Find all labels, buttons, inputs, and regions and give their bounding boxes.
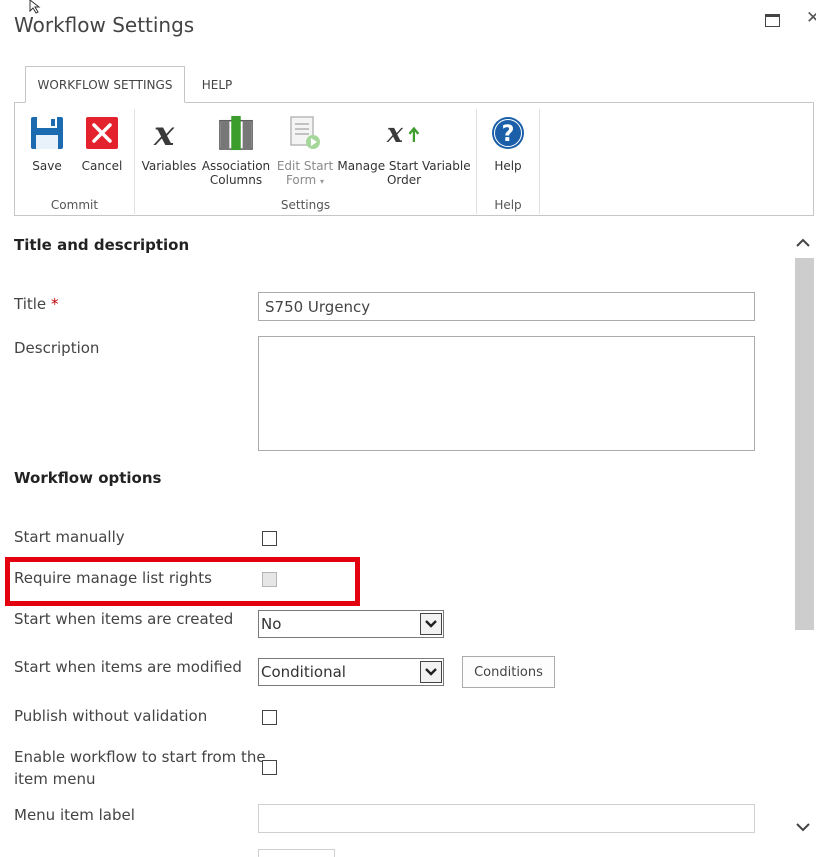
enable-item-menu-label-2: item menu	[14, 770, 96, 788]
edit-start-form-label-1: Edit Start	[276, 159, 334, 173]
save-button[interactable]: Save	[27, 103, 67, 173]
association-columns-label-1: Association	[201, 159, 271, 173]
save-icon	[29, 113, 65, 153]
next-field-input-partial[interactable]	[258, 849, 335, 857]
svg-text:?: ?	[502, 122, 515, 147]
menu-item-label-label: Menu item label	[14, 806, 135, 824]
cancel-icon	[84, 113, 120, 153]
manage-start-variable-order-label-2: Order	[386, 173, 422, 187]
scrollbar-thumb[interactable]	[795, 258, 814, 630]
section-title-description: Title and description	[14, 236, 190, 254]
start-when-created-select[interactable]: No	[258, 610, 444, 638]
chevron-down-icon: ▾	[320, 177, 325, 186]
svg-text:x: x	[386, 118, 404, 149]
require-manage-list-rights-label: Require manage list rights	[14, 569, 212, 587]
enable-item-menu-checkbox[interactable]	[262, 760, 277, 775]
scroll-down-icon[interactable]	[793, 817, 813, 837]
publish-without-validation-label: Publish without validation	[14, 707, 208, 725]
start-manually-checkbox[interactable]	[262, 531, 277, 546]
tab-workflow-settings[interactable]: WORKFLOW SETTINGS	[25, 66, 185, 103]
edit-start-form-button[interactable]: Edit Start Form ▾	[273, 103, 337, 189]
required-marker: *	[50, 295, 59, 313]
close-icon[interactable]: ✕	[806, 10, 816, 27]
description-textarea[interactable]	[258, 336, 755, 451]
mouse-cursor-icon	[29, 0, 41, 14]
help-button[interactable]: ? Help	[487, 103, 529, 173]
scroll-up-icon[interactable]	[793, 233, 813, 253]
start-when-modified-label: Start when items are modified	[14, 658, 242, 676]
start-manually-label: Start manually	[14, 528, 125, 546]
variables-button[interactable]: x Variables	[140, 103, 198, 173]
columns-icon	[218, 113, 254, 153]
variable-icon: x	[151, 113, 187, 153]
publish-without-validation-checkbox[interactable]	[262, 710, 277, 725]
title-input[interactable]	[258, 292, 755, 321]
require-manage-list-rights-checkbox[interactable]	[262, 572, 277, 587]
edit-start-form-label-2: Form ▾	[285, 173, 325, 187]
chevron-down-icon[interactable]	[420, 613, 442, 635]
help-icon: ?	[490, 113, 526, 153]
description-label: Description	[14, 339, 100, 357]
variable-order-icon: x	[386, 113, 422, 153]
save-label: Save	[32, 159, 62, 173]
dialog-title: Workflow Settings	[14, 13, 195, 37]
tab-help[interactable]: HELP	[202, 66, 233, 103]
manage-start-variable-order-button[interactable]: x Manage Start Variable Order	[337, 103, 471, 187]
edit-form-icon	[287, 113, 323, 153]
start-when-created-label: Start when items are created	[14, 610, 234, 628]
cancel-button[interactable]: Cancel	[79, 103, 125, 173]
enable-item-menu-label-1: Enable workflow to start from the	[14, 748, 266, 766]
group-label-commit: Commit	[50, 198, 99, 212]
conditions-button[interactable]: Conditions	[462, 656, 555, 688]
group-label-help: Help	[494, 198, 522, 212]
section-workflow-options: Workflow options	[14, 469, 162, 487]
start-when-modified-select[interactable]: Conditional	[258, 658, 444, 686]
start-when-modified-value: Conditional	[261, 663, 346, 681]
svg-text:x: x	[153, 115, 175, 151]
title-label: Title *	[14, 295, 59, 313]
manage-start-variable-order-label-1: Manage Start Variable	[337, 159, 471, 173]
cancel-label: Cancel	[81, 159, 123, 173]
menu-item-label-input[interactable]	[258, 804, 755, 833]
start-when-created-value: No	[261, 615, 282, 633]
association-columns-label-2: Columns	[209, 173, 263, 187]
chevron-down-icon[interactable]	[420, 661, 442, 683]
ribbon: Save Cancel x Variables Association Colu…	[14, 102, 814, 216]
group-label-settings: Settings	[280, 198, 331, 212]
association-columns-button[interactable]: Association Columns	[201, 103, 271, 187]
maximize-icon[interactable]	[765, 14, 780, 27]
variables-label: Variables	[141, 159, 197, 173]
help-label: Help	[494, 159, 522, 173]
